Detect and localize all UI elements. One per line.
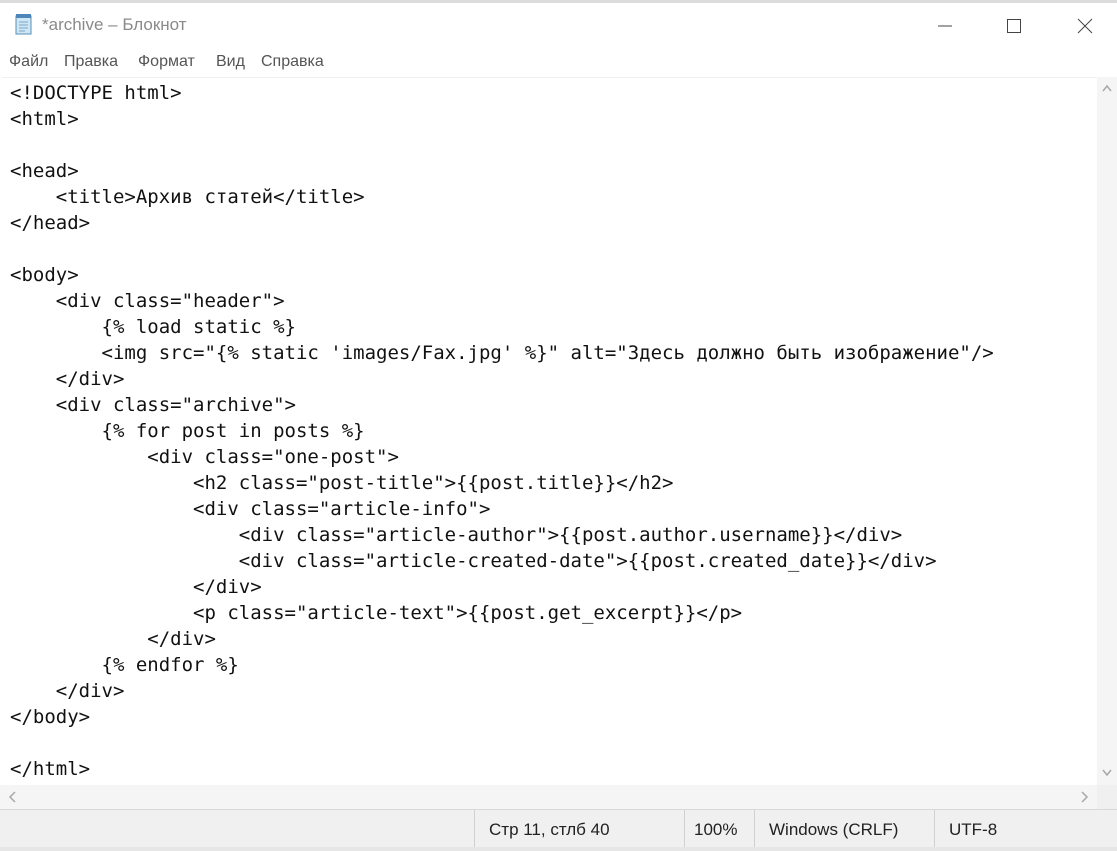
line-ending-text: Windows (CRLF) [769, 820, 899, 839]
background-strip-bottom [0, 847, 1117, 851]
zoom-level-text: 100% [694, 820, 738, 839]
close-button[interactable] [1062, 6, 1108, 46]
maximize-icon [1007, 19, 1021, 33]
notepad-icon [14, 13, 34, 35]
code-line: <body> [10, 264, 79, 286]
menu-bar: Файл Правка Формат Вид Справка [0, 46, 1117, 76]
code-line: {% load static %} [10, 316, 296, 338]
code-line: <html> [10, 108, 79, 130]
code-line: </body> [10, 706, 91, 728]
code-line: <div class="header"> [10, 290, 285, 312]
scroll-right-icon[interactable] [1081, 791, 1089, 803]
menu-edit[interactable]: Правка [64, 53, 118, 71]
scrollbar-corner [1097, 785, 1117, 809]
cursor-position-text: Стр 11, стлб 40 [489, 820, 610, 839]
status-encoding: UTF-8 [934, 810, 1117, 848]
text-editor[interactable]: <!DOCTYPE html> <html> <head> <title>Архи… [2, 77, 1097, 786]
code-line: </html> [10, 758, 91, 780]
code-line: <head> [10, 160, 79, 182]
scroll-down-icon[interactable] [1102, 769, 1112, 777]
title-bar[interactable]: *archive – Блокнот [0, 3, 1117, 46]
horizontal-scrollbar[interactable] [0, 785, 1097, 809]
code-line: {% endfor %} [10, 654, 239, 676]
code-line: </div> [10, 368, 125, 390]
maximize-button[interactable] [991, 6, 1037, 46]
window-title: *archive – Блокнот [42, 15, 187, 34]
code-line: </head> [10, 212, 91, 234]
code-line: <p class="article-text">{{post.get_excer… [10, 602, 743, 624]
code-line: <div class="article-info"> [10, 498, 491, 520]
scroll-left-icon[interactable] [8, 791, 16, 803]
code-line: <div class="article-author">{{post.autho… [10, 524, 903, 546]
menu-help[interactable]: Справка [261, 53, 324, 71]
encoding-text: UTF-8 [949, 820, 998, 839]
menu-format[interactable]: Формат [138, 53, 195, 71]
minimize-icon [938, 25, 952, 27]
minimize-button[interactable] [922, 6, 968, 46]
status-line-ending: Windows (CRLF) [754, 810, 935, 848]
code-line: </div> [10, 628, 216, 650]
code-line: <title>Архив статей</title> [10, 186, 365, 208]
code-line: <div class="article-created-date">{{post… [10, 550, 937, 572]
status-zoom: 100% [684, 810, 755, 848]
code-line: <div class="one-post"> [10, 446, 399, 468]
status-bar: Стр 11, стлб 40 100% Windows (CRLF) UTF-… [0, 809, 1117, 848]
close-icon [1077, 18, 1093, 34]
vertical-scrollbar[interactable] [1097, 77, 1117, 785]
notepad-window: *archive – Блокнот Файл Правка Формат Ви… [0, 0, 1117, 851]
code-line: </div> [10, 680, 125, 702]
code-line: <img src="{% static 'images/Fax.jpg' %}"… [10, 342, 994, 364]
editor-content[interactable]: <!DOCTYPE html> <html> <head> <title>Архи… [10, 80, 994, 782]
code-line: {% for post in posts %} [10, 420, 365, 442]
code-line: <div class="archive"> [10, 394, 296, 416]
code-line: <h2 class="post-title">{{post.title}}</h… [10, 472, 674, 494]
status-cursor-position: Стр 11, стлб 40 [474, 810, 685, 848]
menu-file[interactable]: Файл [9, 53, 48, 71]
scroll-up-icon[interactable] [1102, 84, 1112, 92]
code-line: </div> [10, 576, 262, 598]
menu-view[interactable]: Вид [216, 53, 245, 71]
code-line: <!DOCTYPE html> [10, 82, 182, 104]
